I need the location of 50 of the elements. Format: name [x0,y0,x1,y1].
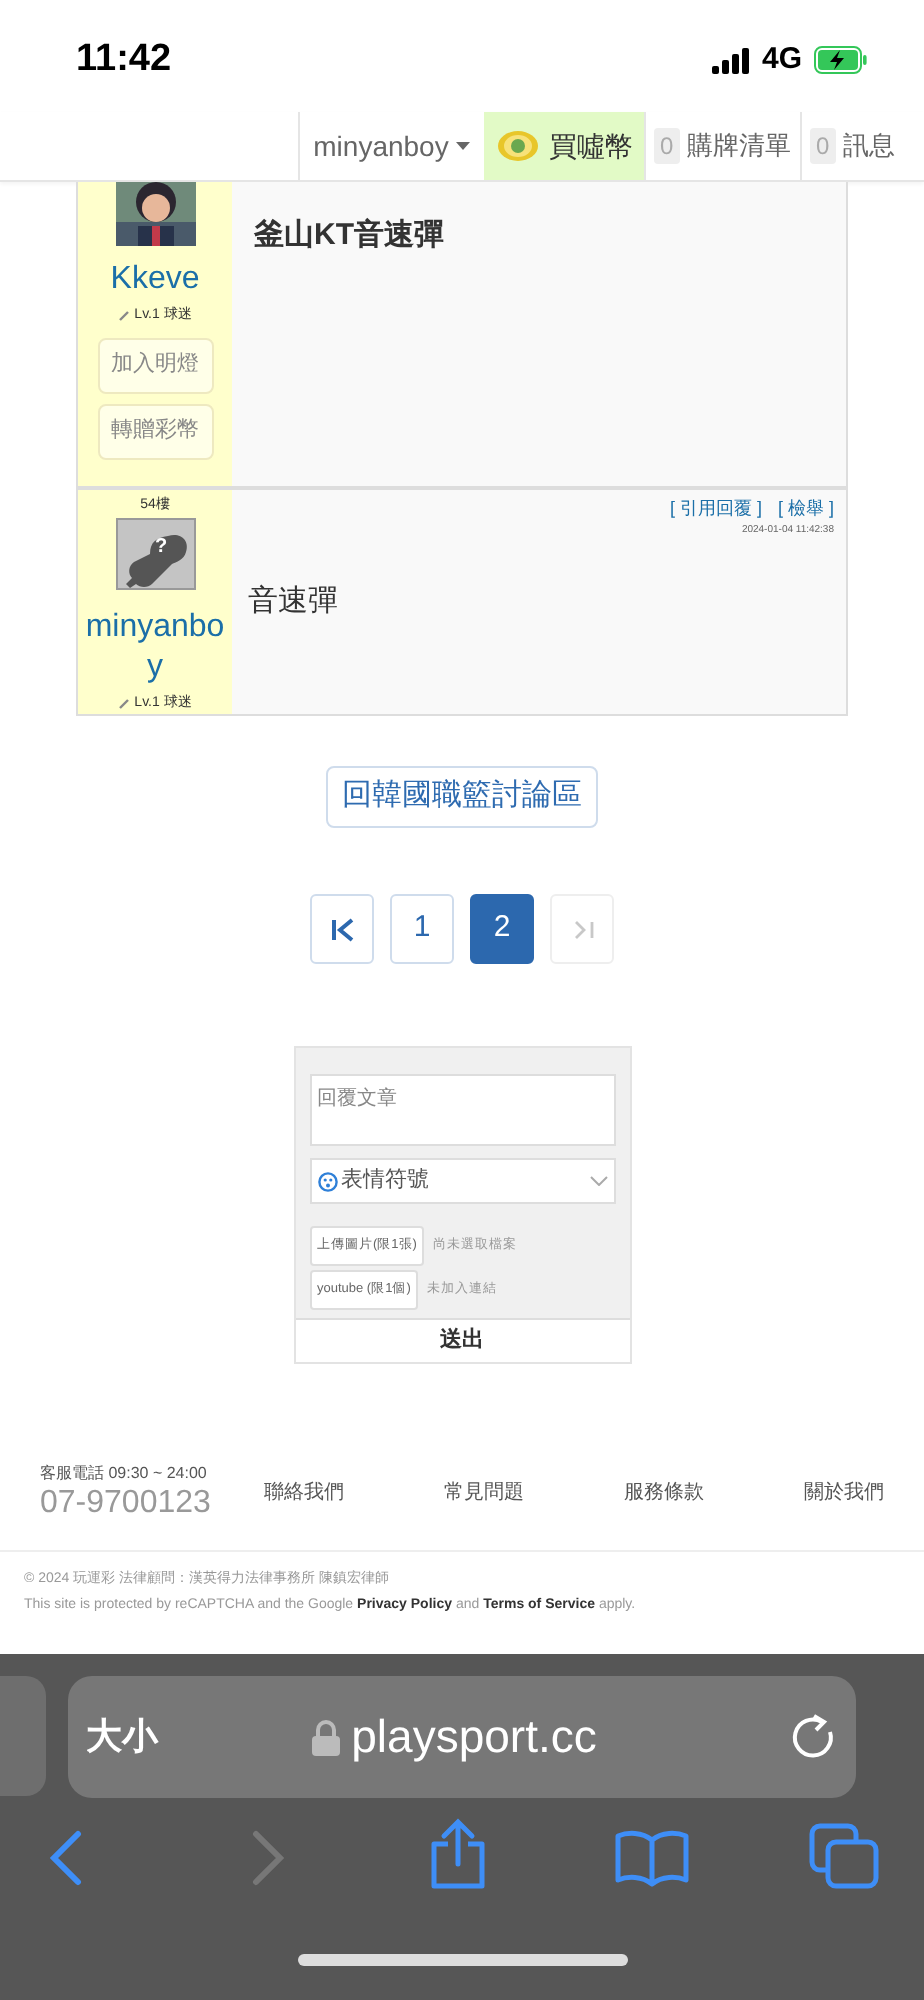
profile-action-button[interactable]: 加入明燈 [97,337,213,393]
buy-coins-button[interactable]: 買噓幣 [484,112,644,180]
username-link[interactable]: minyanboy [81,607,229,687]
pencil-icon [118,697,131,710]
back-to-forum-button[interactable]: 回韓國職籃討論區 [326,766,598,828]
post-action-link[interactable]: [ 檢舉 ] [777,496,834,523]
nav-link[interactable]: 0 購牌清單 [644,112,800,180]
count-badge: 0 [654,128,680,164]
question-mark: ? [154,534,168,563]
text-size-button[interactable]: 大小 [86,1710,158,1764]
post-body: 釜山KT音速彈 [254,216,444,256]
silhouette-icon [123,530,191,590]
footer-link[interactable]: 常見問題 [444,1478,524,1508]
post-action-link[interactable]: [ 引用回覆 ] [669,496,762,523]
footer-link[interactable]: 服務條款 [624,1478,704,1508]
hotline-hours: 客服電話 09:30 ~ 24:00 [40,1464,209,1484]
address-bar[interactable]: 大小 playsport.cc [68,1676,856,1798]
previous-tab-card[interactable] [0,1676,46,1796]
hotline-number: 07-9700123 [40,1484,213,1524]
url-text: playsport.cc [351,1708,597,1767]
emoji-select[interactable]: 表情符號 [309,1158,615,1204]
page-button[interactable]: 2 [470,894,534,964]
back-icon[interactable] [50,1830,82,1886]
page-button[interactable]: 1 [390,894,454,964]
signal-icon [711,47,750,73]
tabs-icon[interactable] [808,1822,880,1890]
profile-action-button[interactable]: 轉贈彩幣 [97,403,213,459]
pencil-icon [118,310,131,323]
bookmarks-icon[interactable] [614,1828,690,1888]
caret-icon [456,142,471,150]
count-badge: 0 [810,128,836,164]
last-page-icon [569,915,595,943]
username-link[interactable]: Kkeve [81,260,229,300]
chevron-down-icon [589,1176,607,1186]
reply-text-field[interactable]: 回覆文章 [309,1074,615,1146]
submit-button[interactable]: 送出 [295,1318,629,1362]
footer-link[interactable]: 聯絡我們 [264,1478,344,1508]
forward-icon[interactable] [252,1830,284,1886]
first-page-button[interactable] [310,894,374,964]
nav-link[interactable]: 0 訊息 [800,112,924,180]
post-body: 音速彈 [248,581,338,621]
reload-icon[interactable] [790,1713,838,1761]
coin-icon [495,130,539,162]
footer-link[interactable]: 關於我們 [804,1478,884,1508]
first-page-icon [329,915,355,943]
lock-icon [311,1719,340,1755]
network-label: 4G [761,39,802,80]
clock-time: 11:42 [76,35,172,84]
smiley-icon [317,1171,337,1191]
share-icon[interactable] [428,1818,488,1890]
